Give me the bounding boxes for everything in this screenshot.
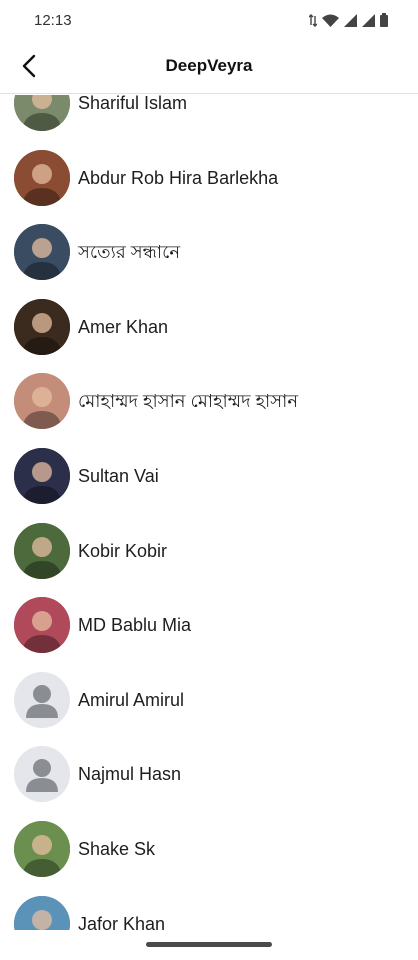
avatar[interactable] — [14, 895, 70, 930]
default-avatar-icon[interactable] — [14, 746, 70, 803]
page-title: DeepVeyra — [165, 56, 253, 75]
friend-row[interactable]: Kobir Kobir — [0, 519, 418, 583]
friend-row[interactable]: Amer Khan — [0, 295, 418, 359]
friend-name[interactable]: Shariful Islam — [78, 95, 187, 135]
friend-row[interactable]: Abdur Rob Hira Barlekha — [0, 146, 418, 210]
friend-name[interactable]: Najmul Hasn — [78, 742, 181, 806]
friend-name[interactable]: মোহাম্মদ হাসান মোহাম্মদ হাসান — [78, 369, 298, 433]
signal-icon — [344, 13, 357, 27]
signal-icon — [362, 13, 375, 27]
friend-row[interactable]: Jafor Khan — [0, 892, 418, 930]
avatar[interactable] — [14, 373, 70, 430]
friend-name[interactable]: Jafor Khan — [78, 892, 165, 930]
home-indicator[interactable] — [146, 942, 272, 947]
friend-row[interactable]: মোহাম্মদ হাসান মোহাম্মদ হাসান — [0, 369, 418, 433]
wifi-icon — [322, 14, 339, 27]
avatar[interactable] — [14, 149, 70, 206]
friend-name[interactable]: সত্যের সন্ধানে — [78, 220, 180, 284]
avatar[interactable] — [14, 448, 70, 504]
friend-name[interactable]: Kobir Kobir — [78, 519, 167, 583]
avatar[interactable] — [14, 597, 70, 654]
avatar[interactable] — [14, 821, 70, 877]
default-avatar-icon[interactable] — [14, 671, 70, 728]
friend-name[interactable]: Sultan Vai — [78, 444, 159, 508]
friend-name[interactable]: Amirul Amirul — [78, 668, 184, 732]
data-arrows-icon — [309, 13, 317, 27]
battery-icon — [380, 13, 388, 27]
status-bar: 12:13 — [0, 0, 418, 40]
avatar[interactable] — [14, 298, 70, 355]
friend-row[interactable]: Amirul Amirul — [0, 668, 418, 732]
avatar[interactable] — [14, 224, 70, 281]
friend-row[interactable]: সত্যের সন্ধানে — [0, 220, 418, 284]
friend-row[interactable]: Sultan Vai — [0, 444, 418, 508]
avatar[interactable] — [14, 95, 70, 131]
friend-row[interactable]: Shariful Islam — [0, 95, 418, 135]
friend-name[interactable]: Abdur Rob Hira Barlekha — [78, 146, 278, 210]
friend-name[interactable]: Amer Khan — [78, 295, 168, 359]
friend-list[interactable]: Shariful Islam Abdur Rob Hira Barlekha সত্… — [0, 95, 418, 930]
status-icons — [309, 13, 388, 27]
status-time: 12:13 — [34, 11, 72, 29]
app-bar: DeepVeyra — [0, 40, 418, 94]
friend-name[interactable]: MD Bablu Mia — [78, 593, 191, 657]
friend-row[interactable]: Shake Sk — [0, 817, 418, 881]
friend-row[interactable]: Najmul Hasn — [0, 742, 418, 806]
friend-name[interactable]: Shake Sk — [78, 817, 155, 881]
avatar[interactable] — [14, 522, 70, 579]
friend-row[interactable]: MD Bablu Mia — [0, 593, 418, 657]
